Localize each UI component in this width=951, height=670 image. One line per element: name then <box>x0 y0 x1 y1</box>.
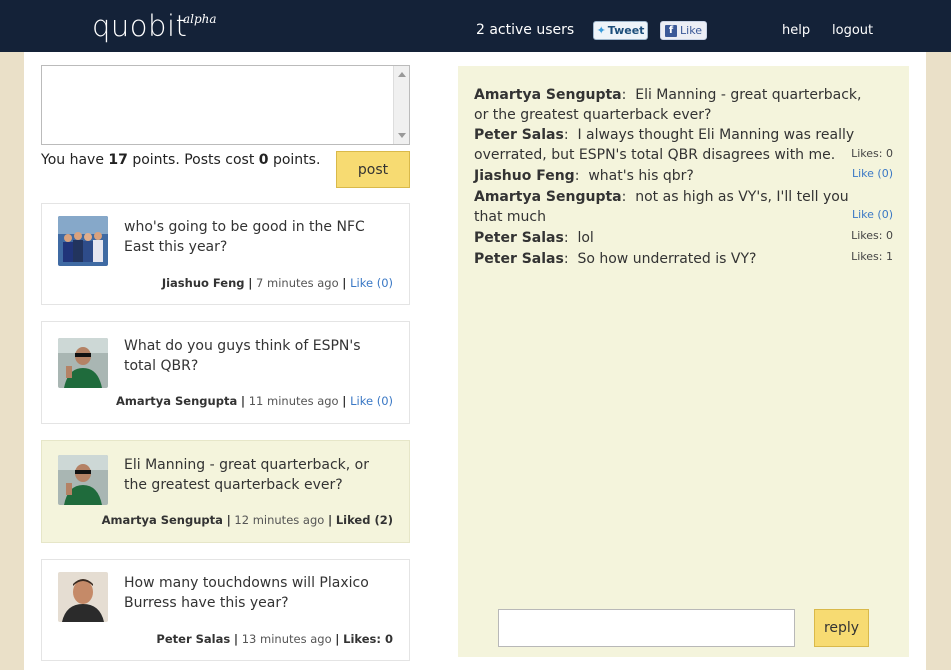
question-author[interactable]: Peter Salas <box>156 632 230 646</box>
logo-alpha-tag: alpha <box>183 12 217 26</box>
likes-count: Likes: 0 <box>343 632 393 646</box>
help-link[interactable]: help <box>782 23 810 38</box>
fb-like-label: Like <box>680 24 702 37</box>
top-nav-bar: quobit alpha 2 active users ✦ Tweet f Li… <box>0 0 951 52</box>
points-status: You have 17 points. Posts cost 0 points. <box>41 152 320 168</box>
question-textarea[interactable] <box>41 65 410 145</box>
textarea-scrollbar[interactable] <box>393 66 409 144</box>
message-like-link[interactable]: Like (0) <box>852 208 893 221</box>
question-text[interactable]: who's going to be good in the NFC East t… <box>124 217 396 257</box>
question-time: 7 minutes ago <box>256 276 339 290</box>
message-text: So how underrated is VY? <box>577 251 757 267</box>
scroll-down-arrow-icon[interactable] <box>398 133 406 138</box>
points-suffix: points. <box>272 152 321 168</box>
meta-separator: | <box>342 394 347 408</box>
active-users-count: 2 active users <box>476 22 575 38</box>
discussion-panel: Amartya Sengupta: Eli Manning - great qu… <box>458 66 909 657</box>
question-card[interactable]: who's going to be good in the NFC East t… <box>41 203 410 305</box>
question-meta: Peter Salas | 13 minutes ago | Likes: 0 <box>156 632 393 646</box>
message-speaker[interactable]: Peter Salas <box>474 230 564 246</box>
message-speaker[interactable]: Amartya Sengupta <box>474 87 622 103</box>
chat-message: Peter Salas: I always thought Eli Mannin… <box>474 127 855 163</box>
liked-status[interactable]: Liked (2) <box>336 513 393 527</box>
avatar[interactable] <box>58 455 108 505</box>
tweet-button[interactable]: ✦ Tweet <box>593 21 648 40</box>
scroll-up-arrow-icon[interactable] <box>398 72 406 77</box>
points-value: 17 <box>108 152 128 168</box>
message-like-link[interactable]: Like (0) <box>852 167 893 180</box>
meta-separator: | <box>342 276 347 290</box>
question-text[interactable]: How many touchdowns will Plaxico Burress… <box>124 573 396 613</box>
message-likes: Likes: 0 <box>851 147 893 160</box>
message-text: what's his qbr? <box>588 168 694 184</box>
message-likes: Likes: 0 <box>851 229 893 242</box>
like-link[interactable]: Like (0) <box>350 276 393 290</box>
question-card-selected[interactable]: Eli Manning - great quarterback, or the … <box>41 440 410 543</box>
twitter-bird-icon: ✦ <box>596 24 606 37</box>
question-card[interactable]: What do you guys think of ESPN's total Q… <box>41 321 410 424</box>
reply-input[interactable] <box>498 609 795 647</box>
avatar[interactable] <box>58 338 108 388</box>
facebook-like-button[interactable]: f Like <box>660 21 707 40</box>
meta-separator: | <box>248 276 253 290</box>
question-time: 11 minutes ago <box>248 394 339 408</box>
question-time: 12 minutes ago <box>234 513 325 527</box>
points-mid: points. Posts cost <box>132 152 255 168</box>
message-speaker[interactable]: Amartya Sengupta <box>474 189 622 205</box>
question-text[interactable]: Eli Manning - great quarterback, or the … <box>124 455 396 495</box>
avatar[interactable] <box>58 216 108 266</box>
post-cost-value: 0 <box>258 152 269 168</box>
avatar[interactable] <box>58 572 108 622</box>
reply-button[interactable]: reply <box>814 609 869 647</box>
message-speaker[interactable]: Peter Salas <box>474 251 564 267</box>
meta-separator: | <box>226 513 231 527</box>
question-author[interactable]: Amartya Sengupta <box>116 394 237 408</box>
chat-message: Jiashuo Feng: what's his qbr? <box>474 168 694 184</box>
like-link[interactable]: Like (0) <box>350 394 393 408</box>
meta-separator: | <box>240 394 246 408</box>
question-meta: Amartya Sengupta | 11 minutes ago | Like… <box>116 394 393 408</box>
post-button[interactable]: post <box>336 151 410 188</box>
meta-separator: | <box>233 632 239 646</box>
question-meta: Jiashuo Feng | 7 minutes ago | Like (0) <box>162 276 393 290</box>
tweet-label: Tweet <box>607 24 645 37</box>
chat-message: Amartya Sengupta: not as high as VY's, I… <box>474 189 849 225</box>
logout-link[interactable]: logout <box>832 23 873 38</box>
question-author[interactable]: Jiashuo Feng <box>162 276 245 290</box>
meta-separator: | <box>335 632 340 646</box>
chat-message: Peter Salas: lol <box>474 230 594 246</box>
question-time: 13 minutes ago <box>241 632 332 646</box>
app-logo[interactable]: quobit <box>92 9 187 43</box>
question-text[interactable]: What do you guys think of ESPN's total Q… <box>124 336 396 376</box>
chat-message: Peter Salas: So how underrated is VY? <box>474 251 757 267</box>
question-card[interactable]: How many touchdowns will Plaxico Burress… <box>41 559 410 661</box>
chat-message: Amartya Sengupta: Eli Manning - great qu… <box>474 87 862 123</box>
points-prefix: You have <box>41 152 104 168</box>
meta-separator: | <box>327 513 333 527</box>
message-speaker[interactable]: Peter Salas <box>474 127 564 143</box>
message-text: lol <box>577 230 594 246</box>
message-likes: Likes: 1 <box>851 250 893 263</box>
message-speaker[interactable]: Jiashuo Feng <box>474 168 575 184</box>
question-author[interactable]: Amartya Sengupta <box>102 513 223 527</box>
facebook-icon: f <box>665 24 678 37</box>
question-meta: Amartya Sengupta | 12 minutes ago | Like… <box>102 513 393 527</box>
